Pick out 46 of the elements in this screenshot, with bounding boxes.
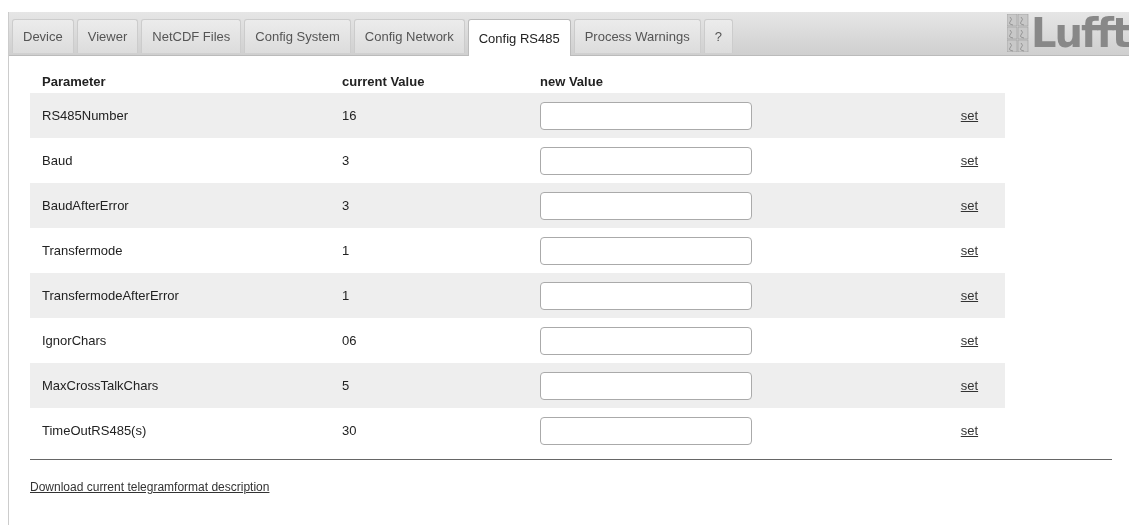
table-cell: MaxCrossTalkChars xyxy=(30,363,330,408)
table-cell: 1 xyxy=(330,273,528,318)
tab[interactable]: ? xyxy=(703,19,733,53)
input-field[interactable] xyxy=(540,191,752,220)
column-header: new Value xyxy=(528,68,781,93)
set-link[interactable]: set xyxy=(960,153,979,168)
table-cell: 3 xyxy=(330,183,528,228)
tab[interactable]: Config RS485 xyxy=(467,19,571,56)
logo-text: Lufft xyxy=(1031,13,1129,53)
table-cell: BaudAfterError xyxy=(30,183,330,228)
set-link[interactable]: set xyxy=(960,288,979,303)
input-field[interactable] xyxy=(540,281,752,310)
set-link[interactable]: set xyxy=(960,333,979,348)
tab[interactable]: NetCDF Files xyxy=(141,19,242,53)
tab[interactable]: Viewer xyxy=(76,19,139,53)
input-field[interactable] xyxy=(540,416,752,445)
table-cell: 16 xyxy=(330,93,528,138)
table-cell: 30 xyxy=(330,408,528,453)
table-cell: Baud xyxy=(30,138,330,183)
table-cell: RS485Number xyxy=(30,93,330,138)
table-cell: 5 xyxy=(330,363,528,408)
set-link[interactable]: set xyxy=(960,243,979,258)
table-cell: TransfermodeAfterError xyxy=(30,273,330,318)
table-cell: IgnorChars xyxy=(30,318,330,363)
input-field[interactable] xyxy=(540,146,752,175)
table-cell: TimeOutRS485(s) xyxy=(30,408,330,453)
input-field[interactable] xyxy=(540,326,752,355)
set-link[interactable]: set xyxy=(960,108,979,123)
tab[interactable]: Config System xyxy=(244,19,351,53)
input-field[interactable] xyxy=(540,236,752,265)
set-link[interactable]: set xyxy=(960,198,979,213)
tab[interactable]: Device xyxy=(12,19,74,53)
logo-pattern-icon xyxy=(1007,14,1030,52)
column-header: Parameter xyxy=(30,68,330,93)
tab[interactable]: Process Warnings xyxy=(573,19,701,53)
table-cell: 1 xyxy=(330,228,528,273)
input-field[interactable] xyxy=(540,101,752,130)
column-header: current Value xyxy=(330,68,528,93)
set-link[interactable]: set xyxy=(960,423,979,438)
table-cell: 3 xyxy=(330,138,528,183)
table-cell: Transfermode xyxy=(30,228,330,273)
table-cell: 06 xyxy=(330,318,528,363)
download-link[interactable]: Download current telegramformat description xyxy=(30,480,270,494)
input-field[interactable] xyxy=(540,371,752,400)
tab[interactable]: Config Network xyxy=(353,19,465,53)
set-link[interactable]: set xyxy=(960,378,979,393)
